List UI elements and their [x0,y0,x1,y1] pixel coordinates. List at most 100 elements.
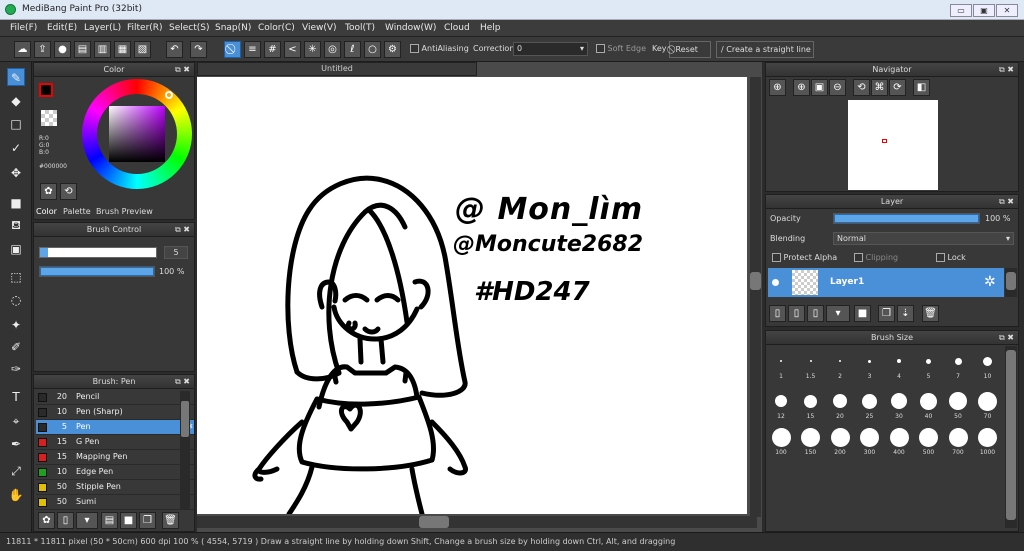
panel-close-icon[interactable]: ⧉ ✖ [175,63,190,76]
layer-opacity-slider[interactable] [833,213,980,224]
brush-size-dot[interactable] [891,393,907,409]
rotate-left-icon[interactable]: ⟲ [853,79,870,96]
brush-item[interactable]: 20 Pencil [36,390,194,405]
protect-alpha-checkbox[interactable] [772,253,781,262]
saturation-value-square[interactable] [109,106,165,162]
snap-settings-icon[interactable]: ⚙ [384,41,401,58]
chat-icon[interactable]: ● [54,41,71,58]
add-brush-icon[interactable]: ✿ [38,512,55,529]
parallel-snap-icon[interactable]: ≡ [244,41,261,58]
layout-icon[interactable]: ▧ [134,41,151,58]
menu-edit[interactable]: Edit(E) [47,23,77,33]
comment-icon[interactable]: ▤ [74,41,91,58]
brush-size-dot[interactable] [983,356,992,366]
new-halftone-layer-icon[interactable]: ▯ [788,305,805,322]
brush-size-dot[interactable] [919,427,938,447]
concentric-snap-icon[interactable]: ◎ [324,41,341,58]
tab-brush-preview[interactable]: Brush Preview [96,207,153,216]
menu-help[interactable]: Help [480,23,501,33]
grid-icon[interactable]: ▦ [114,41,131,58]
brush-menu-icon[interactable]: ▾ [76,512,98,529]
gradient-tool-icon[interactable]: ▣ [7,240,25,258]
brush-item[interactable]: 50 Sumi [36,495,194,510]
brush-size-dot[interactable] [809,360,812,362]
panel-close-icon[interactable]: ⧉ ✖ [999,195,1014,208]
fit-window-icon[interactable]: ▣ [811,79,828,96]
eye-icon[interactable] [772,279,779,286]
curve-snap-icon[interactable]: ℓ [344,41,361,58]
brush-item[interactable]: 15 G Pen [36,435,194,450]
brush-size-dot[interactable] [860,427,879,447]
brush-size-scrollbar[interactable] [1005,346,1017,528]
layer-settings-gear-icon[interactable]: ✲ [984,274,996,290]
eraser-tool-icon[interactable]: ◆ [7,92,25,110]
menu-file[interactable]: File(F) [10,23,37,33]
merge-layer-icon[interactable]: ⇣ [897,305,914,322]
brush-item[interactable]: 10 Edge Pen [36,465,194,480]
drawing-canvas[interactable]: @ Mon_lìm @Moncute2682 #HD247 [197,77,747,517]
cloud-icon[interactable]: ☁ [14,41,31,58]
brush-size-dot[interactable] [804,394,817,408]
brush-item[interactable]: 15 Mapping Pen [36,450,194,465]
menu-select[interactable]: Select(S) [169,23,210,33]
brush-list-scrollbar[interactable] [180,391,190,509]
radial-snap-icon[interactable]: ✳ [304,41,321,58]
brush-size-dot[interactable] [920,392,937,410]
lasso-tool-icon[interactable]: ◌ [7,291,25,309]
eyedropper-tool-icon[interactable]: ✒ [7,435,25,453]
perspective-snap-icon[interactable]: < [284,41,301,58]
correction-select[interactable]: 0 ▾ [513,42,588,56]
magic-wand-tool-icon[interactable]: ✦ [7,316,25,334]
menu-view[interactable]: View(V) [302,23,337,33]
lock-checkbox[interactable] [936,253,945,262]
rect-select-tool-icon[interactable]: □ [7,115,25,133]
new-brush-icon[interactable]: ▯ [57,512,74,529]
create-straight-line-button[interactable]: / Create a straight line [716,41,814,58]
clipping-checkbox[interactable] [854,253,863,262]
canvas-horizontal-scrollbar[interactable] [197,516,757,528]
bucket-tool-icon[interactable]: ⛾ [7,216,25,234]
tab-palette[interactable]: Palette [63,207,91,216]
brush-size-dot[interactable] [978,391,997,411]
circle-snap-icon[interactable]: ○ [364,41,381,58]
duplicate-layer-icon[interactable]: ❐ [878,305,895,322]
menu-filter[interactable]: Filter(R) [127,23,163,33]
brush-size-dot[interactable] [771,427,791,447]
brush-size-value[interactable]: 5 [164,246,188,259]
document-icon[interactable]: ▥ [94,41,111,58]
hue-handle[interactable] [165,91,173,99]
brush-copy-icon[interactable]: ❐ [139,512,156,529]
brush-size-dot[interactable] [775,395,787,407]
maximize-button[interactable]: ▣ [973,4,995,17]
brush-size-dot[interactable] [948,427,968,447]
brush-size-dot[interactable] [780,360,782,362]
menu-cloud[interactable]: Cloud [444,23,470,33]
layer-row-layer1[interactable]: Layer1 ✲ [768,268,1004,297]
brush-item[interactable]: 50 Stipple Pen [36,480,194,495]
menu-window[interactable]: Window(W) [385,23,436,33]
add-layer-menu-icon[interactable]: ▾ [826,305,850,322]
snap-off-icon[interactable]: ⃠ [224,41,241,58]
menu-layer[interactable]: Layer(L) [84,23,121,33]
reset-view-icon[interactable]: ⌘ [871,79,888,96]
soft-edge-checkbox[interactable] [596,44,605,53]
brush-size-dot[interactable] [801,427,820,447]
brush-opacity-slider[interactable] [39,266,155,277]
brush-delete-icon[interactable]: 🗑 [162,512,179,529]
panel-close-icon[interactable]: ⧉ ✖ [999,331,1014,344]
brush-item[interactable]: 10 Pen (Sharp) [36,405,194,420]
tab-color[interactable]: Color [36,207,57,216]
brush-size-dot[interactable] [954,357,962,365]
dot-tool-icon[interactable]: ✓ [7,139,25,157]
menu-tool[interactable]: Tool(T) [345,23,375,33]
layer-scrollbar[interactable] [1005,268,1017,297]
panel-close-icon[interactable]: ⧉ ✖ [175,375,190,388]
zoom-in-icon[interactable]: ⊕ [769,79,786,96]
brush-size-dot[interactable] [862,393,877,409]
zoom-fit-icon[interactable]: ⊕ [793,79,810,96]
brush-size-dot[interactable] [868,359,871,363]
brush-size-slider[interactable] [39,247,157,258]
flip-icon[interactable]: ◧ [913,79,930,96]
antialiasing-checkbox[interactable] [410,44,419,53]
navigator-preview[interactable] [848,100,938,190]
